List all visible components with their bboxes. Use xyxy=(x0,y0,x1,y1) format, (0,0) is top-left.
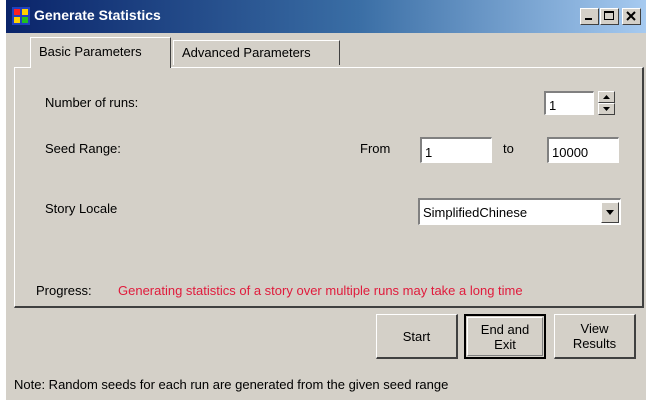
spin-down-button[interactable] xyxy=(598,103,615,115)
view-results-label-line1: View xyxy=(580,321,609,336)
maximize-button[interactable] xyxy=(600,8,619,25)
title-bar[interactable]: Generate Statistics xyxy=(6,0,646,33)
start-button[interactable]: Start xyxy=(376,314,458,359)
seed-from-input[interactable] xyxy=(420,137,492,163)
app-icon xyxy=(12,7,30,25)
generate-statistics-window: Generate Statistics Basic Parameters Adv… xyxy=(6,0,646,400)
close-button[interactable] xyxy=(622,8,641,25)
progress-message: Generating statistics of a story over mu… xyxy=(118,283,523,298)
close-icon xyxy=(626,11,636,21)
maximize-icon xyxy=(604,11,614,20)
minimize-icon xyxy=(585,18,592,20)
spin-up-button[interactable] xyxy=(598,91,615,103)
basic-parameters-panel: Number of runs: Seed Range: From to Stor… xyxy=(14,67,644,308)
seed-range-label: Seed Range: xyxy=(45,141,121,156)
runs-label: Number of runs: xyxy=(45,95,139,110)
arrow-down-icon xyxy=(603,107,610,111)
end-and-exit-button[interactable]: End and Exit xyxy=(464,314,546,359)
view-results-button[interactable]: View Results xyxy=(554,314,636,359)
seed-from-label: From xyxy=(360,141,391,156)
tab-basic-parameters[interactable]: Basic Parameters xyxy=(30,37,171,68)
runs-input[interactable] xyxy=(544,91,594,115)
start-button-label: Start xyxy=(402,328,431,344)
seed-to-input[interactable] xyxy=(547,137,619,163)
story-locale-select[interactable]: SimplifiedChinese xyxy=(418,198,621,225)
locale-dropdown-button[interactable] xyxy=(601,202,619,223)
view-results-label-line2: Results xyxy=(572,336,617,351)
window-title: Generate Statistics xyxy=(34,7,161,23)
progress-label: Progress: xyxy=(36,283,92,298)
story-locale-value: SimplifiedChinese xyxy=(423,205,528,220)
runs-spinner xyxy=(598,91,615,115)
chevron-down-icon xyxy=(606,210,614,215)
arrow-up-icon xyxy=(603,95,610,99)
tab-advanced-parameters[interactable]: Advanced Parameters xyxy=(173,40,340,65)
seed-to-label: to xyxy=(503,141,514,156)
focus-frame xyxy=(467,317,543,356)
minimize-button[interactable] xyxy=(580,8,599,25)
footer-note: Note: Random seeds for each run are gene… xyxy=(14,377,449,392)
story-locale-label: Story Locale xyxy=(45,201,118,216)
